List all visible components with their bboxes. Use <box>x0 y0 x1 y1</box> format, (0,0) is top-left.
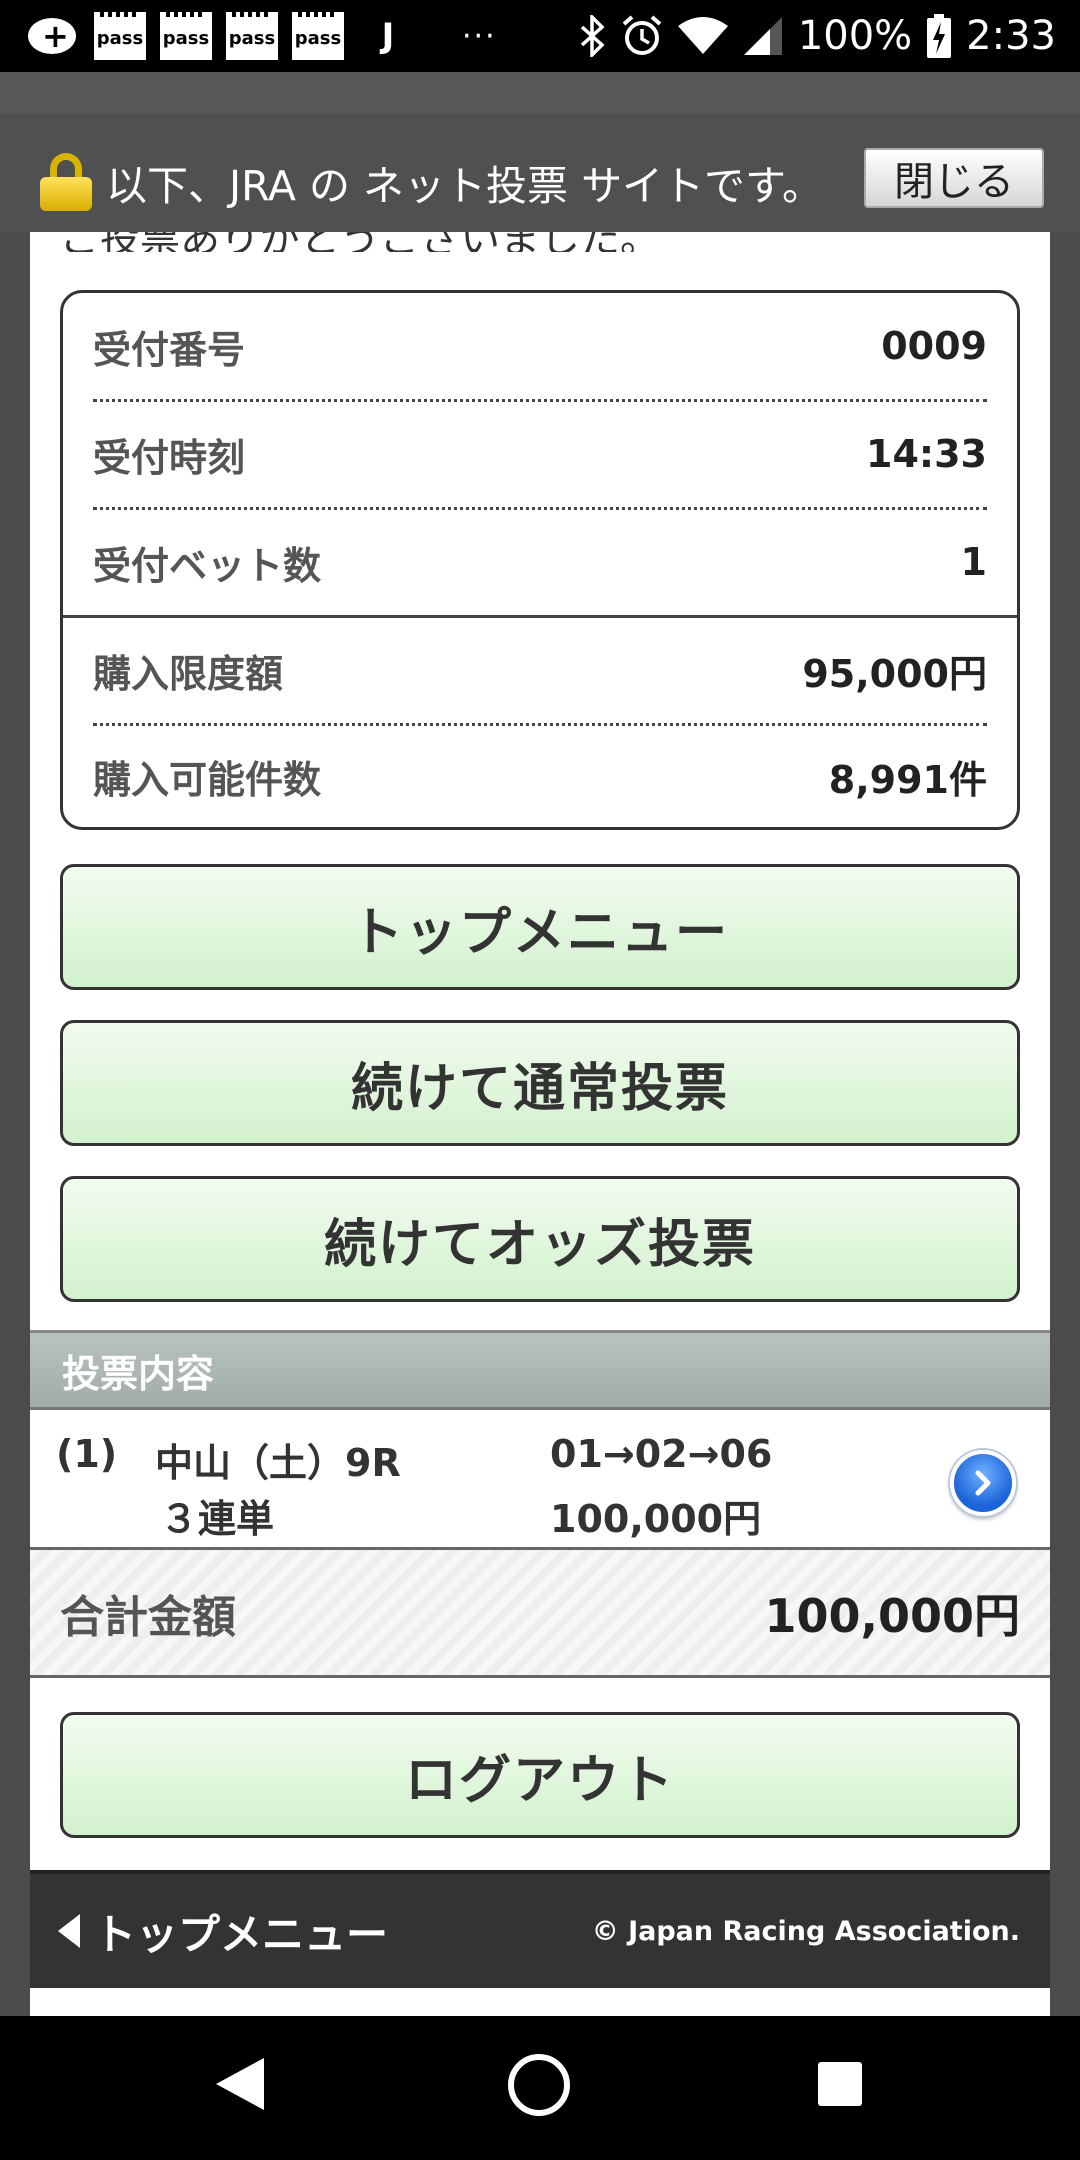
web-view[interactable]: ご投票ありがとうございました。 受付番号 0009 受付時刻 14:33 受付ベ… <box>0 72 1080 2016</box>
status-bar: + pass pass pass pass J ··· 100% 2:33 <box>0 0 1080 72</box>
bet-item-type: ３連単 <box>160 1497 275 1541</box>
thank-you-message-clipped: ご投票ありがとうございました。 <box>30 232 1050 252</box>
close-button[interactable]: 閉じる <box>864 148 1044 208</box>
lock-icon <box>40 153 92 211</box>
bet-item-row[interactable]: (1) 中山（土）9R ３連単 01→02→06 100,000円 <box>30 1410 1050 1550</box>
signal-icon <box>743 17 782 55</box>
navigation-bar <box>0 2016 1080 2160</box>
bet-item-combination: 01→02→06 <box>550 1432 773 1476</box>
total-amount-row: 合計金額 100,000円 <box>30 1550 1050 1678</box>
bet-item-amount: 100,000円 <box>550 1497 762 1541</box>
logout-button[interactable]: ログアウト <box>60 1712 1020 1838</box>
purchasable-count-row: 購入可能件数 8,991件 <box>93 757 987 802</box>
clock-time: 2:33 <box>966 13 1056 59</box>
receipt-time-row: 受付時刻 14:33 <box>93 432 987 480</box>
home-nav-icon[interactable] <box>506 2052 572 2118</box>
bluetooth-icon <box>580 15 605 57</box>
j-notification-icon: J <box>381 16 395 56</box>
receipt-info-box: 受付番号 0009 受付時刻 14:33 受付ベット数 1 購入限度額 95,0… <box>60 290 1020 830</box>
bet-contents-header: 投票内容 <box>30 1330 1050 1410</box>
banner-text: 以下、JRA の ネット投票 サイトです。 <box>106 162 823 210</box>
footer-bar: トップメニュー © Japan Racing Association. <box>30 1870 1050 1988</box>
total-amount-label: 合計金額 <box>60 1591 236 1643</box>
pass-notification-icon: pass <box>94 12 146 60</box>
continue-odds-vote-button[interactable]: 続けてオッズ投票 <box>60 1176 1020 1302</box>
pass-notification-icon: pass <box>160 12 212 60</box>
bet-item-number: (1) <box>56 1432 118 1476</box>
jra-notice-banner: 以下、JRA の ネット投票 サイトです。 閉じる <box>0 72 1080 232</box>
battery-percent: 100% <box>797 13 913 59</box>
recents-nav-icon[interactable] <box>816 2060 864 2108</box>
wifi-icon <box>677 17 728 54</box>
bet-count-row: 受付ベット数 1 <box>93 540 987 588</box>
continue-normal-vote-button[interactable]: 続けて通常投票 <box>60 1020 1020 1146</box>
chat-plus-icon: + <box>24 14 80 58</box>
chevron-right-icon[interactable] <box>950 1450 1016 1516</box>
top-menu-button[interactable]: トップメニュー <box>60 864 1020 990</box>
copyright-text: © Japan Racing Association. <box>591 1915 1020 1947</box>
back-nav-icon[interactable] <box>214 2056 266 2112</box>
purchase-limit-row: 購入限度額 95,000円 <box>93 651 987 696</box>
pass-notification-icon: pass <box>292 12 344 60</box>
alarm-icon <box>622 15 662 55</box>
receipt-number-row: 受付番号 0009 <box>93 324 987 372</box>
pass-notification-icon: pass <box>226 12 278 60</box>
bet-item-venue: 中山（土）9R <box>155 1441 401 1485</box>
battery-charging-icon <box>927 14 952 58</box>
footer-top-menu-link[interactable]: トップメニュー <box>56 1901 388 1962</box>
more-notifications-icon: ··· <box>462 18 497 54</box>
triangle-left-icon <box>58 1914 80 1948</box>
total-amount-value: 100,000円 <box>764 1588 1020 1643</box>
